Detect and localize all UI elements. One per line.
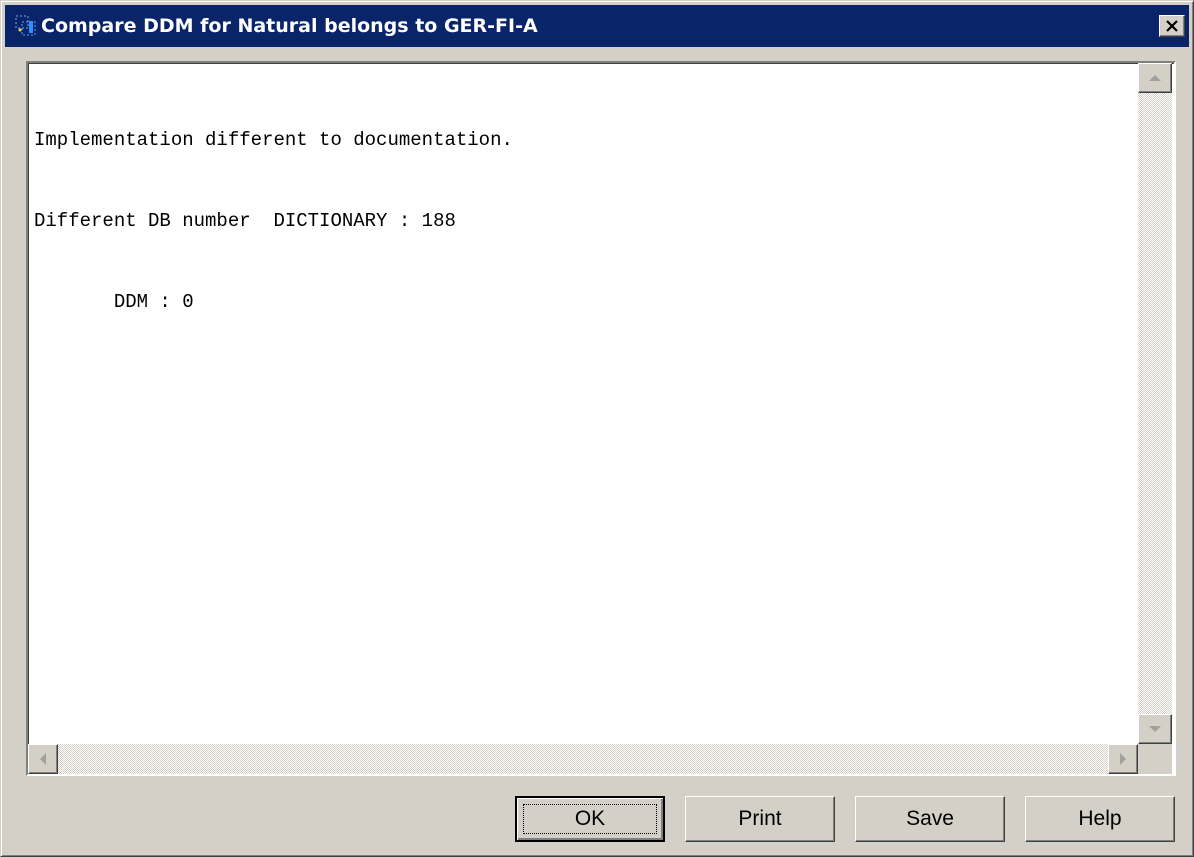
save-button-label: Save xyxy=(906,807,954,830)
dialog-app-icon xyxy=(15,15,37,37)
arrow-down-icon xyxy=(1149,726,1161,732)
scrollbar-corner xyxy=(1138,744,1172,774)
result-line-2: Different DB number DICTIONARY : 188 xyxy=(34,210,456,232)
print-button-label: Print xyxy=(738,807,782,830)
arrow-right-icon xyxy=(1120,753,1126,765)
print-button[interactable]: Print xyxy=(685,796,835,842)
close-button[interactable] xyxy=(1159,15,1185,37)
title-bar[interactable]: Compare DDM for Natural belongs to GER-F… xyxy=(5,5,1189,47)
focus-rectangle xyxy=(523,804,657,834)
help-button[interactable]: Help xyxy=(1025,796,1175,842)
result-line-1: Implementation different to documentatio… xyxy=(34,129,513,151)
horizontal-scrollbar[interactable] xyxy=(28,744,1138,774)
scroll-right-button[interactable] xyxy=(1108,744,1138,774)
compare-result-textarea[interactable]: Implementation different to documentatio… xyxy=(26,61,1176,776)
compare-ddm-dialog: Compare DDM for Natural belongs to GER-F… xyxy=(0,0,1194,857)
vertical-scrollbar[interactable] xyxy=(1138,63,1172,744)
arrow-up-icon xyxy=(1149,75,1161,81)
ok-button[interactable]: OK xyxy=(515,796,665,842)
compare-result-text: Implementation different to documentatio… xyxy=(34,73,1134,738)
save-button[interactable]: Save xyxy=(855,796,1005,842)
window-title: Compare DDM for Natural belongs to GER-F… xyxy=(41,15,538,37)
scroll-down-button[interactable] xyxy=(1138,714,1172,744)
scroll-left-button[interactable] xyxy=(28,744,58,774)
close-icon xyxy=(1166,20,1178,32)
result-line-3: DDM : 0 xyxy=(34,291,194,313)
help-button-label: Help xyxy=(1078,807,1122,830)
scroll-up-button[interactable] xyxy=(1138,63,1172,93)
arrow-left-icon xyxy=(40,753,46,765)
